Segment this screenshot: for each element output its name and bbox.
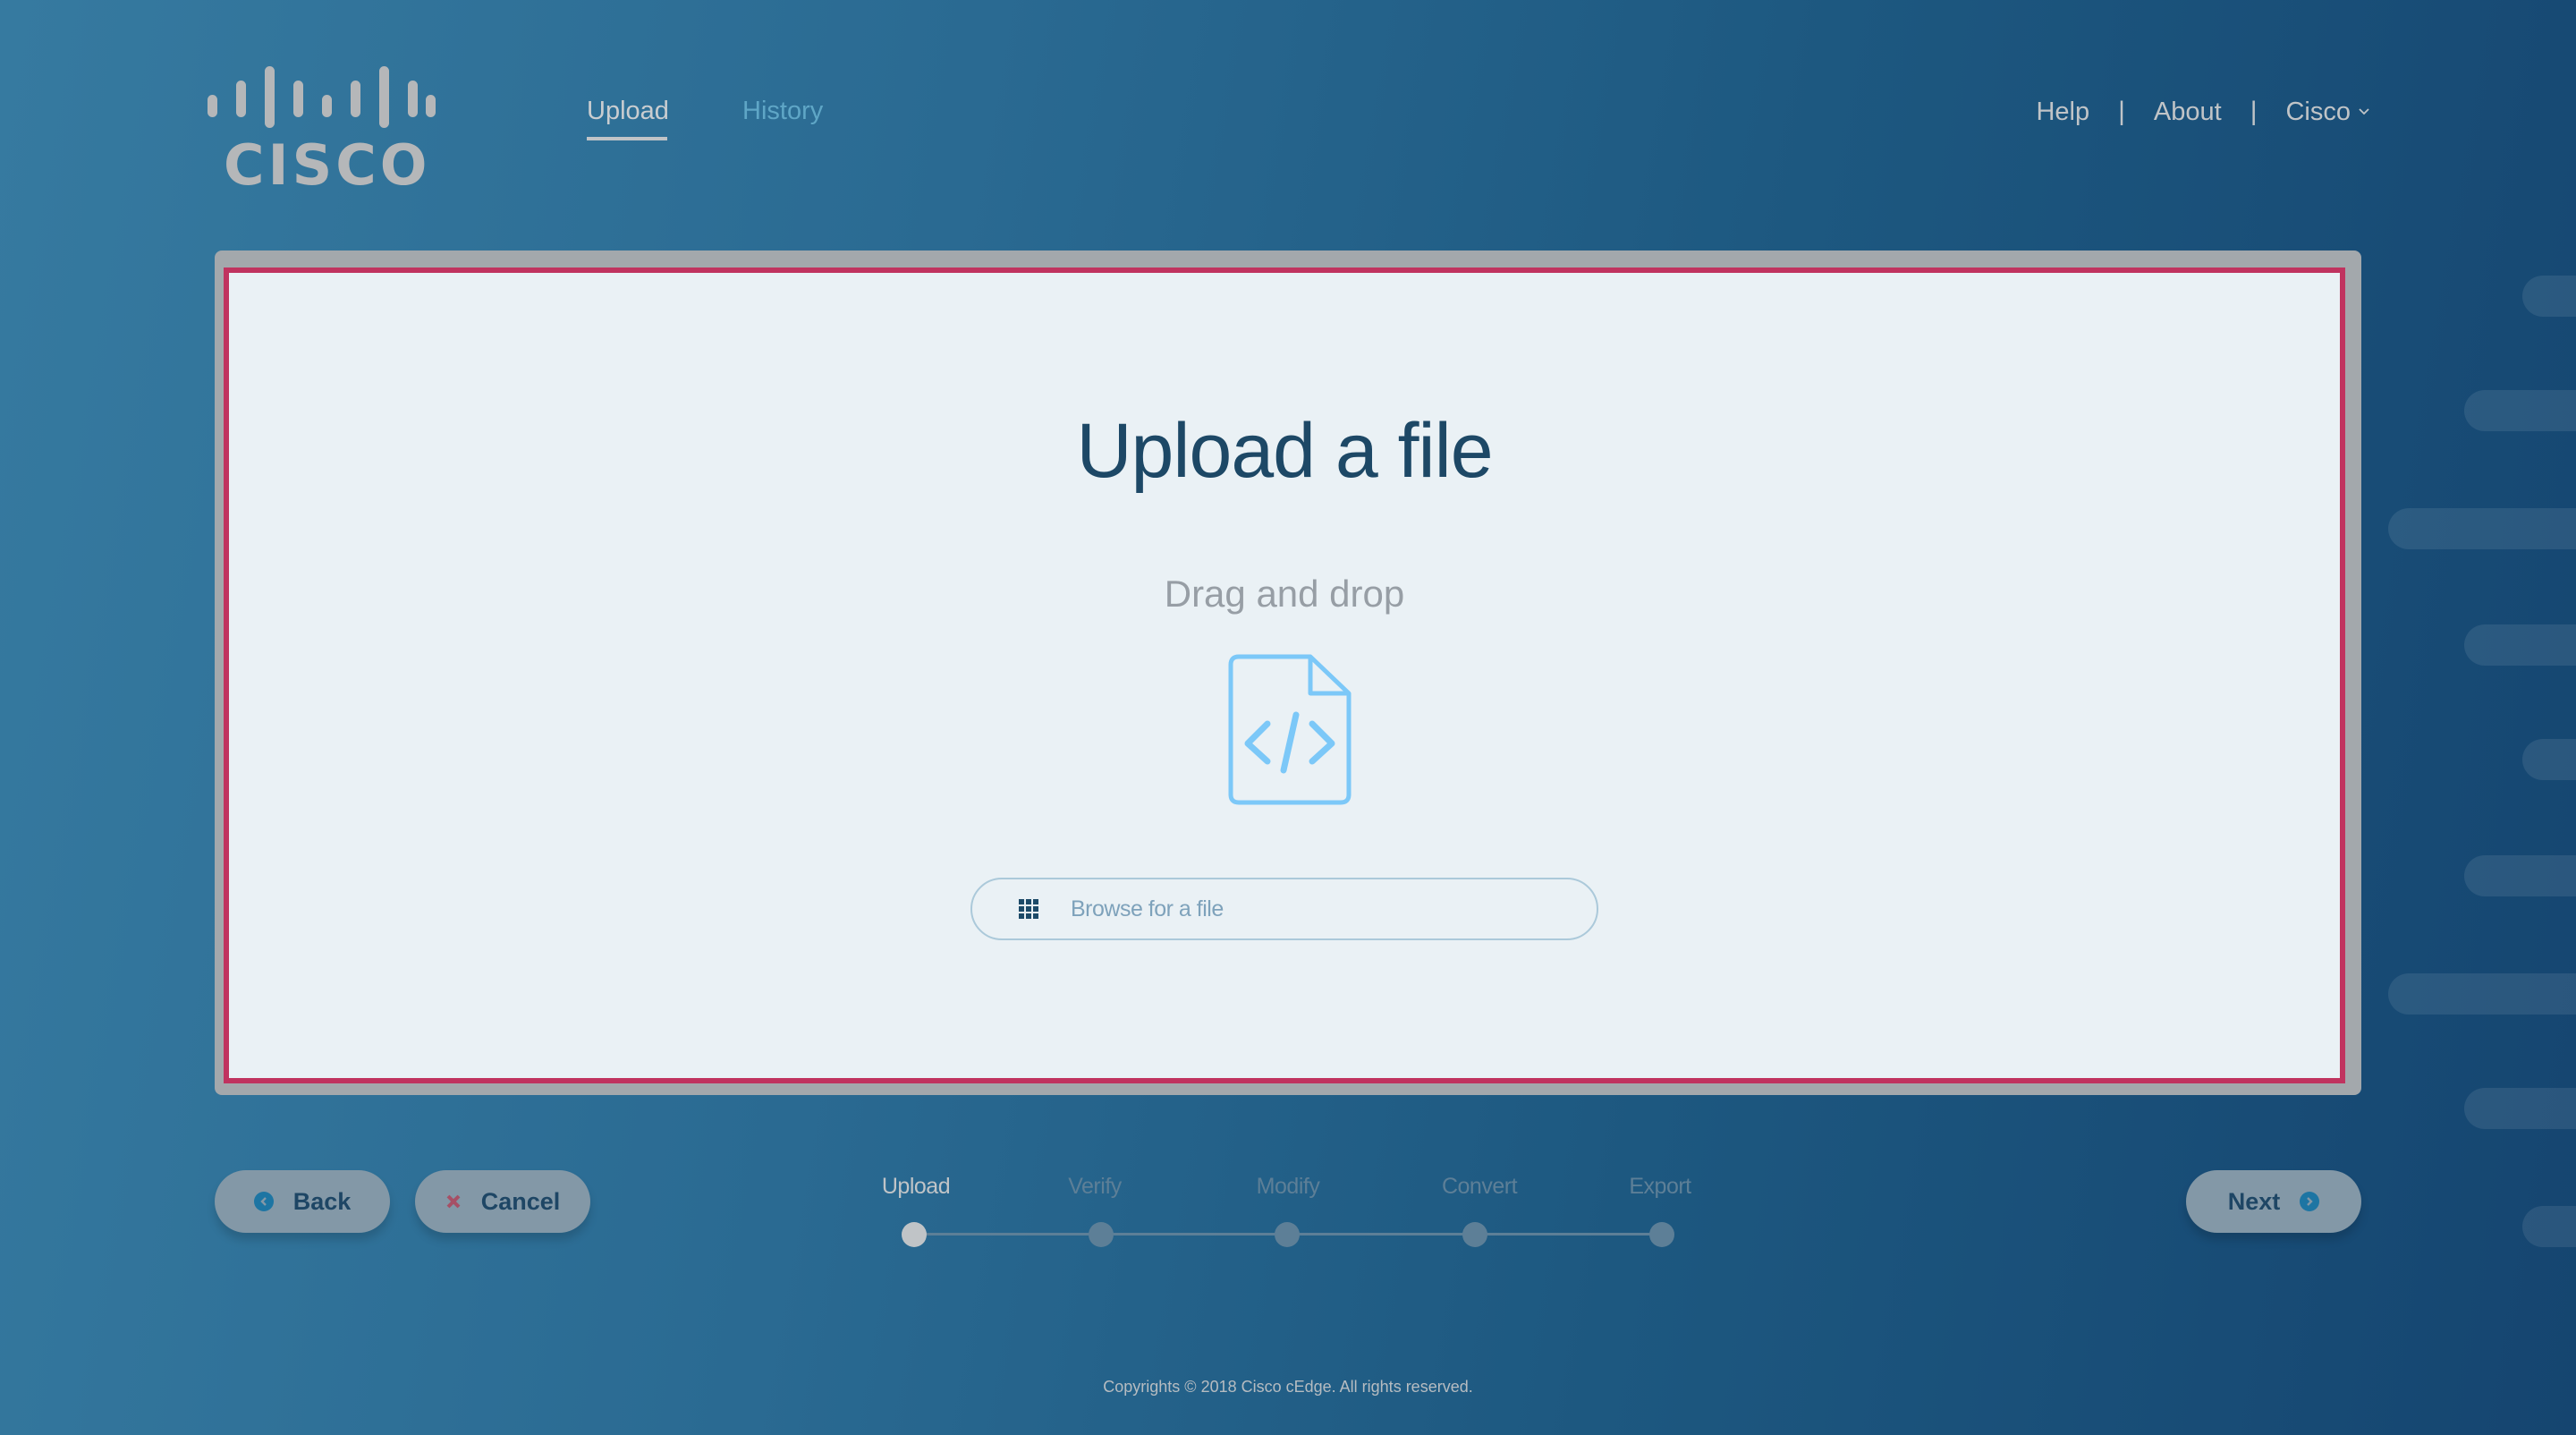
tab-history[interactable]: History <box>742 97 823 126</box>
step-dot-convert[interactable] <box>1462 1222 1487 1247</box>
about-link[interactable]: About <box>2154 98 2222 127</box>
step-dot-export[interactable] <box>1649 1222 1674 1247</box>
nav-separator: | <box>2250 97 2258 126</box>
step-label-verify: Verify <box>1068 1174 1122 1199</box>
back-button[interactable]: Back <box>215 1170 390 1233</box>
copyright-footer: Copyrights © 2018 Cisco cEdge. All right… <box>1103 1378 1473 1396</box>
decorative-bar <box>2522 1206 2576 1247</box>
account-menu[interactable]: Cisco <box>2285 98 2370 127</box>
decorative-bar <box>2388 973 2576 1015</box>
top-nav: Help | About | Cisco <box>2036 97 2370 127</box>
step-label-upload: Upload <box>881 1174 951 1199</box>
cancel-button[interactable]: Cancel <box>415 1170 590 1233</box>
chevron-right-circle-icon <box>2300 1192 2320 1211</box>
next-button[interactable]: Next <box>2186 1170 2361 1233</box>
chevron-left-circle-icon <box>253 1192 274 1211</box>
drop-zone[interactable]: Upload a file Drag and drop Browse for a… <box>224 267 2345 1083</box>
step-dot-modify[interactable] <box>1275 1222 1300 1247</box>
nav-separator: | <box>2118 97 2125 126</box>
decorative-bar <box>2464 855 2576 896</box>
logo-wordmark: CISCO <box>224 132 430 192</box>
tab-upload[interactable]: Upload <box>587 97 669 126</box>
step-label-convert: Convert <box>1441 1174 1518 1199</box>
decorative-bar <box>2464 390 2576 431</box>
close-icon <box>446 1194 461 1209</box>
active-tab-indicator <box>587 137 667 140</box>
decorative-bar <box>2388 508 2576 549</box>
browse-placeholder: Browse for a file <box>1071 896 1224 921</box>
decorative-bar <box>2522 739 2576 780</box>
account-name: Cisco <box>2285 97 2351 126</box>
cancel-label: Cancel <box>480 1187 561 1215</box>
step-dot-upload[interactable] <box>902 1222 927 1247</box>
step-label-modify: Modify <box>1256 1174 1320 1199</box>
step-dot-verify[interactable] <box>1089 1222 1114 1247</box>
step-label-export: Export <box>1629 1174 1691 1199</box>
page-title: Upload a file <box>1076 408 1493 494</box>
help-link[interactable]: Help <box>2036 98 2089 127</box>
chevron-down-icon <box>2359 108 2369 115</box>
browse-file-input[interactable]: Browse for a file <box>970 878 1598 940</box>
back-label: Back <box>292 1187 352 1215</box>
decorative-bar <box>2522 276 2576 317</box>
drag-drop-label: Drag and drop <box>1164 573 1405 615</box>
file-code-icon <box>1228 654 1352 805</box>
decorative-bar <box>2464 624 2576 666</box>
cisco-logo[interactable]: CISCO <box>206 63 438 192</box>
decorative-bar <box>2464 1088 2576 1129</box>
next-label: Next <box>2227 1187 2281 1215</box>
grid-icon <box>1019 899 1038 919</box>
